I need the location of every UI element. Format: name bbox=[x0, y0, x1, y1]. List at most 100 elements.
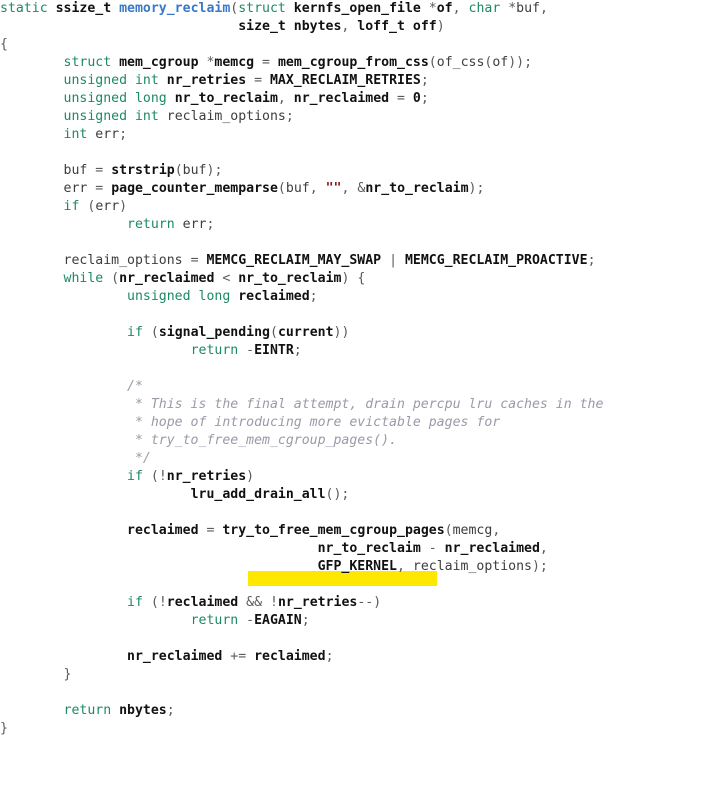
code-token: ( bbox=[174, 163, 183, 178]
code-token: * try_to_free_mem_cgroup_pages(). bbox=[134, 433, 397, 448]
code-token: buf bbox=[182, 163, 207, 178]
code-token: struct bbox=[238, 1, 294, 16]
code-line: if (!reclaimed && !nr_retries--) bbox=[0, 594, 713, 612]
code-token: (! bbox=[142, 595, 167, 610]
code-line: return nbytes; bbox=[0, 702, 713, 720]
code-token: ); bbox=[206, 163, 223, 178]
code-token: = bbox=[389, 91, 413, 106]
code-line: } bbox=[0, 666, 713, 684]
code-token: lru_add_drain_all bbox=[190, 487, 326, 502]
code-line: int err; bbox=[0, 126, 713, 144]
code-token: ; bbox=[325, 649, 334, 664]
code-token: reclaim_options bbox=[166, 109, 286, 124]
code-token: 0 bbox=[412, 91, 421, 106]
code-token: mem_cgroup bbox=[119, 55, 207, 70]
code-token: (); bbox=[325, 487, 350, 502]
code-token: * This is the final attempt, drain percp… bbox=[134, 397, 604, 412]
code-line: buf = strstrip(buf); bbox=[0, 162, 713, 180]
code-token: "" bbox=[325, 181, 342, 196]
code-line: } bbox=[0, 720, 713, 738]
code-token: unsigned long bbox=[63, 91, 175, 106]
code-token: of bbox=[492, 55, 509, 70]
code-token: unsigned long bbox=[127, 289, 239, 304]
code-token: nr_to_reclaim bbox=[174, 91, 278, 106]
code-token: ; bbox=[420, 73, 429, 88]
code-line: unsigned long reclaimed; bbox=[0, 288, 713, 306]
code-line: struct mem_cgroup *memcg = mem_cgroup_fr… bbox=[0, 54, 713, 72]
code-token: loff_t off bbox=[357, 19, 437, 34]
code-token: nbytes bbox=[119, 703, 167, 718]
code-line: if (!nr_retries) bbox=[0, 468, 713, 486]
code-token: ; bbox=[119, 127, 128, 142]
code-token: reclaimed bbox=[166, 595, 239, 610]
code-token: nr_retries bbox=[166, 73, 247, 88]
code-line: return -EINTR; bbox=[0, 342, 713, 360]
code-token: < bbox=[214, 271, 239, 286]
code-token: } bbox=[0, 721, 8, 736]
code-token: int bbox=[63, 127, 96, 142]
code-token: ; bbox=[420, 91, 429, 106]
code-token: err bbox=[95, 127, 120, 142]
code-token: err bbox=[95, 199, 120, 214]
code-token: - bbox=[246, 343, 255, 358]
code-token: , bbox=[277, 91, 294, 106]
code-token: reclaimed bbox=[238, 289, 310, 304]
code-token: nr_retries bbox=[277, 595, 358, 610]
code-line: size_t nbytes, loff_t off) bbox=[0, 18, 713, 36]
code-token: MEMCG_RECLAIM_MAY_SWAP bbox=[206, 253, 382, 268]
code-token: - bbox=[246, 613, 255, 628]
code-token: mem_cgroup_from_css bbox=[277, 55, 429, 70]
code-token: ( bbox=[79, 199, 96, 214]
code-line: unsigned int nr_retries = MAX_RECLAIM_RE… bbox=[0, 72, 713, 90]
code-token: return bbox=[190, 343, 247, 358]
code-token: nr_to_reclaim bbox=[238, 271, 342, 286]
code-token: ( bbox=[269, 325, 278, 340]
code-token: ; bbox=[285, 109, 294, 124]
code-token: signal_pending bbox=[158, 325, 270, 340]
code-token: { bbox=[0, 37, 8, 52]
code-token: size_t nbytes bbox=[238, 19, 342, 34]
code-line: unsigned long nr_to_reclaim, nr_reclaime… bbox=[0, 90, 713, 108]
code-token: unsigned int bbox=[63, 73, 167, 88]
code-token: memcg bbox=[214, 55, 255, 70]
code-line: while (nr_reclaimed < nr_to_reclaim) { bbox=[0, 270, 713, 288]
code-token: = bbox=[198, 523, 223, 538]
code-line: unsigned int reclaim_options; bbox=[0, 108, 713, 126]
code-token: GFP_KERNEL bbox=[317, 559, 397, 574]
code-line: reclaimed = try_to_free_mem_cgroup_pages… bbox=[0, 522, 713, 540]
code-token: , bbox=[341, 19, 358, 34]
code-token: nr_to_reclaim bbox=[317, 541, 421, 556]
code-line: nr_reclaimed += reclaimed; bbox=[0, 648, 713, 666]
code-token: , bbox=[539, 541, 548, 556]
code-token: return bbox=[63, 703, 120, 718]
code-token: ) bbox=[119, 199, 128, 214]
code-token: reclaim_options bbox=[412, 559, 532, 574]
code-line: reclaim_options = MEMCG_RECLAIM_MAY_SWAP… bbox=[0, 252, 713, 270]
code-token: * hope of introducing more evictable pag… bbox=[134, 415, 501, 430]
code-token: += bbox=[222, 649, 255, 664]
code-token: try_to_free_mem_cgroup_pages bbox=[222, 523, 445, 538]
code-body[interactable]: static ssize_t memory_reclaim (struct ker… bbox=[0, 0, 713, 738]
